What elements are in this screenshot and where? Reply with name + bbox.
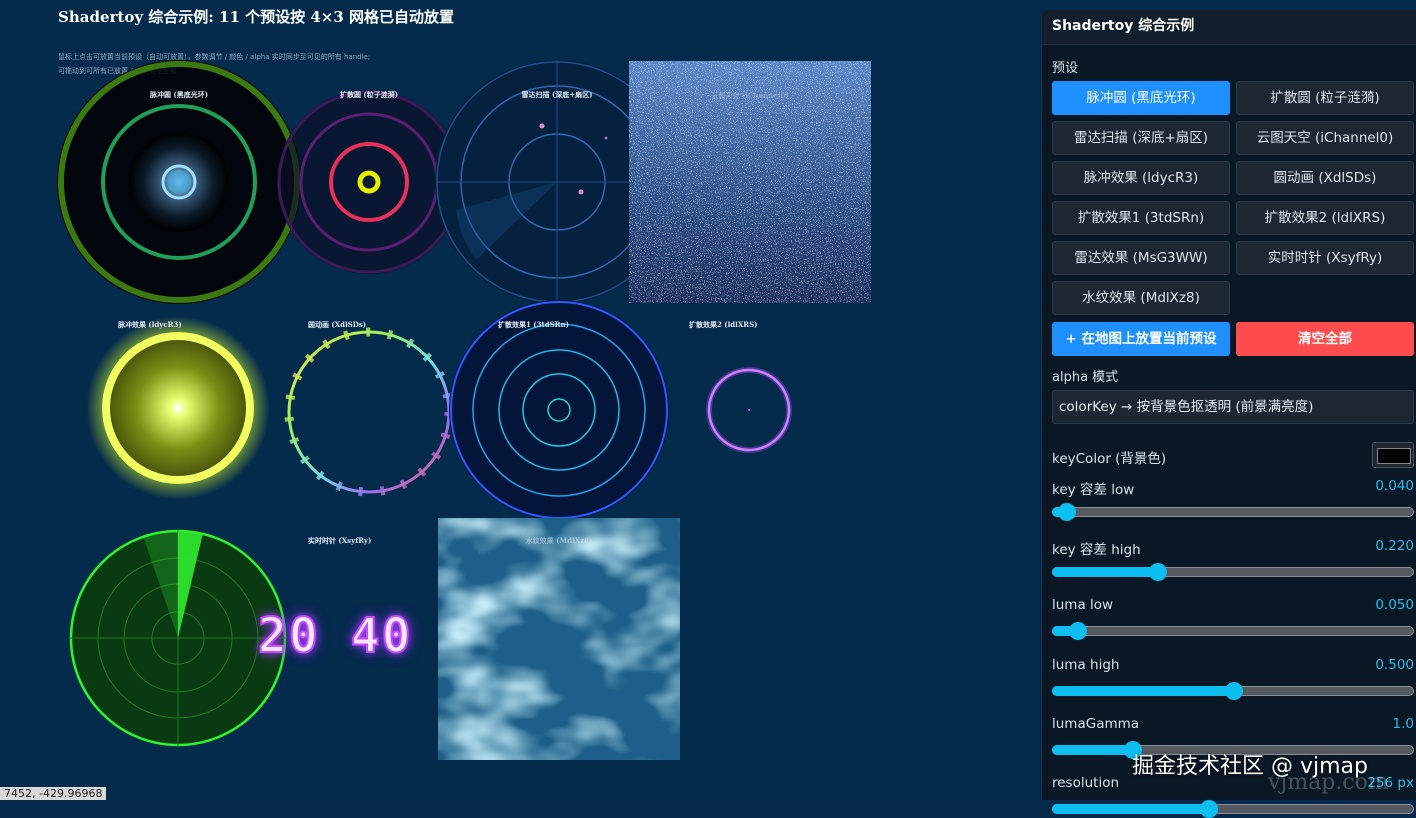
coordinate-readout: 7452, -429.96968 [0,787,107,800]
map-title: Shadertoy 综合示例: 11 个预设按 4×3 网格已自动放置 [58,8,455,26]
slider-row: luma high 0.500 [1052,657,1414,700]
slider-fill [1052,567,1158,577]
slider-row: key 容差 high 0.220 [1052,538,1414,581]
tile-water-ripple[interactable]: 水纹效果 (MdlXz8) [438,518,680,760]
preset-button[interactable]: 雷达效果 (MsG3WW) [1052,241,1230,275]
preset-button[interactable]: 扩散圆 (粒子涟漪) [1236,81,1414,115]
preset-button[interactable]: 云图天空 (iChannel0) [1236,121,1414,155]
slider-value: 0.050 [1375,597,1414,613]
water-ripple-effect [438,518,680,760]
preset-button[interactable]: 圆动画 (XdlSDs) [1236,161,1414,195]
slider-thumb[interactable] [1069,622,1088,640]
slider-fill [1052,745,1133,755]
preset-button[interactable]: 水纹效果 (MdlXz8) [1052,281,1230,315]
tile-label: 水纹效果 (MdlXz8) [525,536,593,545]
presets-label: 预设 [1052,61,1079,76]
slider-value: 0.040 [1375,478,1414,494]
preset-button[interactable]: 雷达扫描 (深底+扇区) [1052,121,1230,155]
slider-thumb[interactable] [1148,563,1167,581]
slider-track[interactable] [1052,800,1414,818]
panel-title: Shadertoy 综合示例 [1042,10,1416,45]
slider-label: resolution [1052,775,1120,791]
tile-cloud-sky[interactable]: 云图天空 (iChannel0) [629,61,871,303]
keycolor-row: keyColor (背景色) [1052,442,1414,470]
place-preset-button[interactable]: + 在地图上放置当前预设 [1052,322,1230,356]
preset-button[interactable]: 脉冲圆 (黑底光环) [1052,81,1230,115]
slider-label: lumaGamma [1052,716,1140,732]
slider-track[interactable] [1052,503,1414,521]
slider-thumb[interactable] [1058,503,1077,521]
slider-fill [1052,804,1209,814]
slider-label: luma low [1052,597,1114,613]
action-row: + 在地图上放置当前预设 清空全部 [1052,322,1414,356]
control-panel: Shadertoy 综合示例 预设 脉冲圆 (黑底光环) 扩散圆 (粒子涟漪) 雷达… [1041,10,1416,818]
slider-row: key 容差 low 0.040 [1052,478,1414,521]
slider-track[interactable] [1052,563,1414,581]
slider-label: key 容差 high [1052,542,1141,558]
tile-label: 扩散效果2 (ldlXRS) [689,320,758,329]
tile-diffusion-effect-2[interactable]: 扩散效果2 (ldlXRS) [629,302,871,544]
keycolor-swatch [1377,448,1411,464]
slider-thumb[interactable] [1225,682,1243,700]
keycolor-picker[interactable] [1372,442,1414,468]
alpha-mode-label: alpha 模式 [1052,370,1119,385]
slider-thumb[interactable] [1199,800,1218,818]
clear-all-button[interactable]: 清空全部 [1236,322,1414,356]
slider-value: 0.220 [1375,538,1414,554]
slider-row: luma low 0.050 [1052,597,1414,640]
preset-grid: 脉冲圆 (黑底光环) 扩散圆 (粒子涟漪) 雷达扫描 (深底+扇区) 云图天空 (iC… [1052,81,1414,315]
slider-label: luma high [1052,657,1120,673]
preset-button[interactable]: 扩散效果1 (3tdSRn) [1052,201,1230,235]
slider-track[interactable] [1052,622,1414,640]
watermark: 掘金技术社区 @ vjmap [1132,754,1368,779]
preset-button[interactable]: 实时时针 (XsyfRy) [1236,241,1414,275]
slider-label: key 容差 low [1052,482,1135,498]
alpha-mode-select[interactable]: colorKey → 按背景色抠透明 (前景满亮度) [1052,390,1414,424]
slider-value: 0.500 [1375,657,1414,673]
preset-button[interactable]: 扩散效果2 (ldlXRS) [1236,201,1414,235]
slider-value: 1.0 [1392,716,1414,732]
keycolor-label: keyColor (背景色) [1052,451,1167,467]
slider-fill [1052,686,1234,696]
tile-label: 云图天空 (iChannel0) [711,91,789,100]
preset-button[interactable]: 脉冲效果 (ldycR3) [1052,161,1230,195]
slider-track[interactable] [1052,682,1414,700]
diffusion-ring-purple-effect [706,367,792,453]
